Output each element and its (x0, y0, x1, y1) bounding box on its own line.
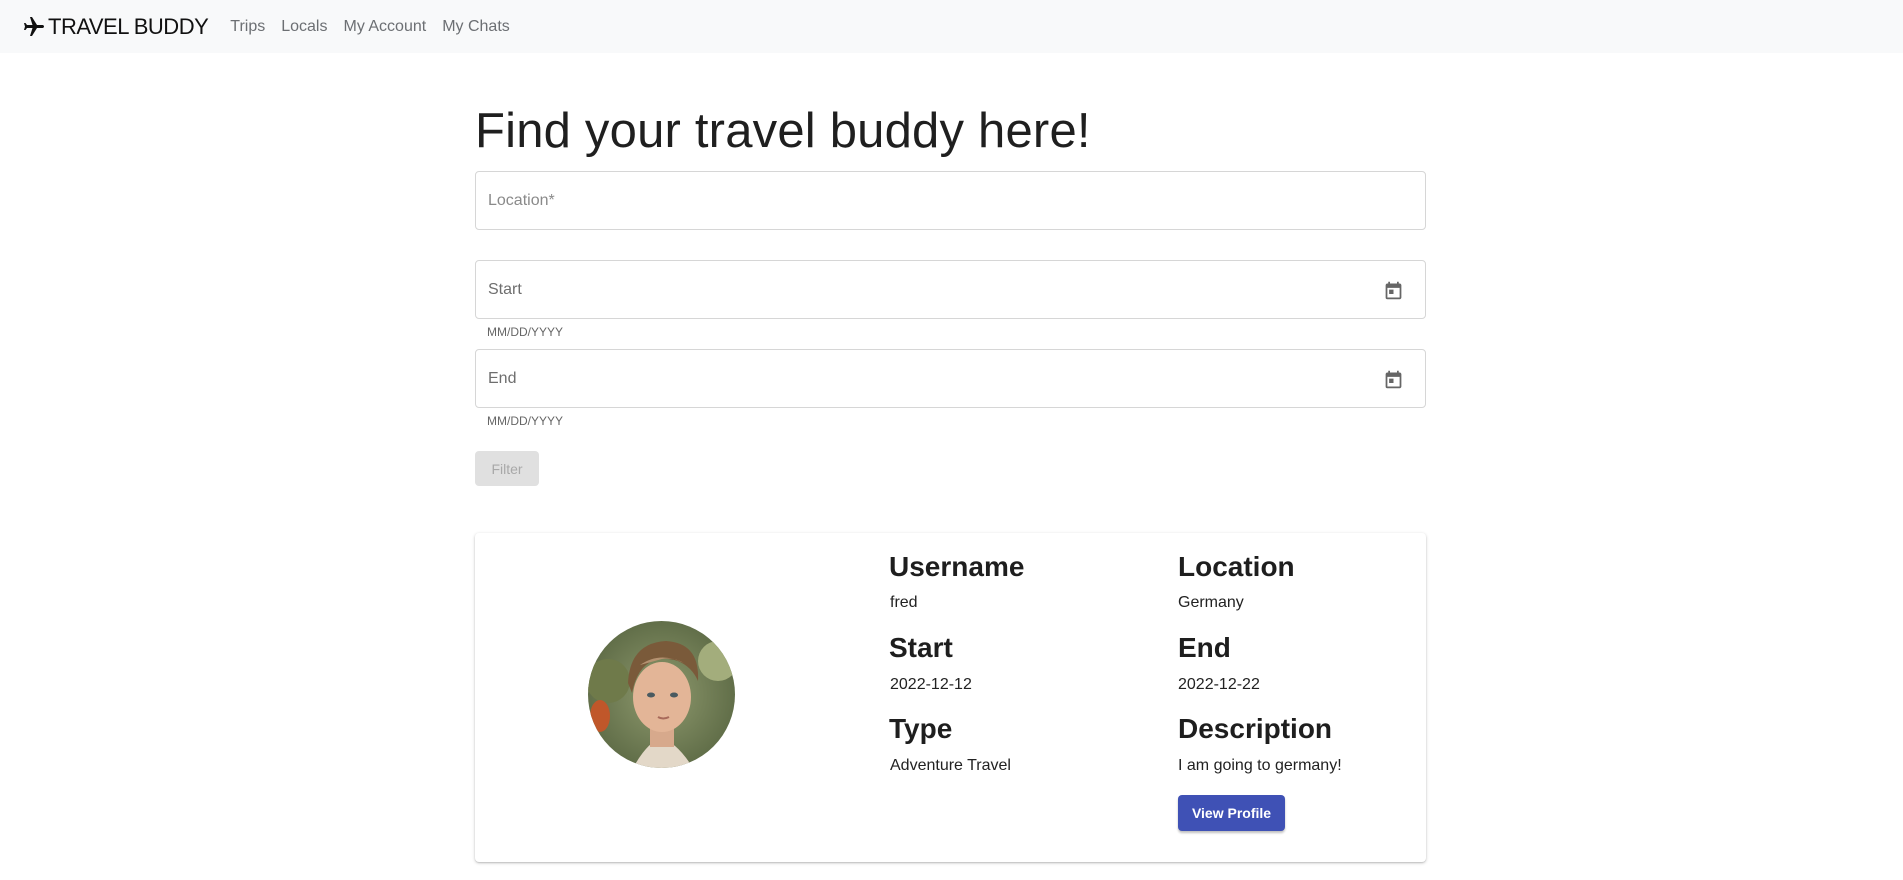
start-date-input[interactable] (476, 261, 1425, 318)
type-label: Type (889, 713, 953, 744)
nav-link-my-account[interactable]: My Account (343, 18, 426, 36)
description-label: Description (1178, 713, 1333, 744)
trip-card: Username fred Location Germany Start 202… (475, 533, 1426, 862)
filter-button[interactable]: Filter (475, 451, 539, 486)
nav-link-my-chats[interactable]: My Chats (442, 18, 510, 36)
end-date-input[interactable] (476, 350, 1425, 407)
username-label: Username (889, 551, 1025, 582)
view-profile-button[interactable]: View Profile (1178, 795, 1285, 831)
username-value: fred (890, 594, 918, 611)
page-title: Find your travel buddy here! (475, 104, 1091, 158)
type-value: Adventure Travel (890, 757, 1011, 774)
location-field[interactable] (475, 171, 1426, 230)
start-date-field[interactable] (475, 260, 1426, 319)
location-input[interactable] (476, 172, 1425, 229)
calendar-icon[interactable] (1383, 280, 1404, 301)
end-value: 2022-12-22 (1178, 676, 1260, 693)
calendar-icon[interactable] (1383, 369, 1404, 390)
start-date-helper: MM/DD/YYYY (487, 325, 564, 339)
end-date-field[interactable] (475, 349, 1426, 408)
location-label: Location (1178, 551, 1295, 582)
nav-link-trips[interactable]: Trips (230, 18, 265, 36)
airplane-icon (24, 16, 44, 36)
start-value: 2022-12-12 (890, 676, 972, 693)
location-value: Germany (1178, 594, 1244, 611)
nav-link-locals[interactable]: Locals (281, 18, 327, 36)
description-value: I am going to germany! (1178, 757, 1342, 774)
end-label: End (1178, 632, 1231, 663)
avatar (588, 621, 735, 768)
brand-logo[interactable]: TRAVEL BUDDY (22, 13, 209, 40)
brand-name: TRAVEL BUDDY (48, 13, 209, 39)
end-date-helper: MM/DD/YYYY (487, 414, 564, 428)
navbar: TRAVEL BUDDY Trips Locals My Account My … (0, 0, 1903, 53)
start-label: Start (889, 632, 953, 663)
